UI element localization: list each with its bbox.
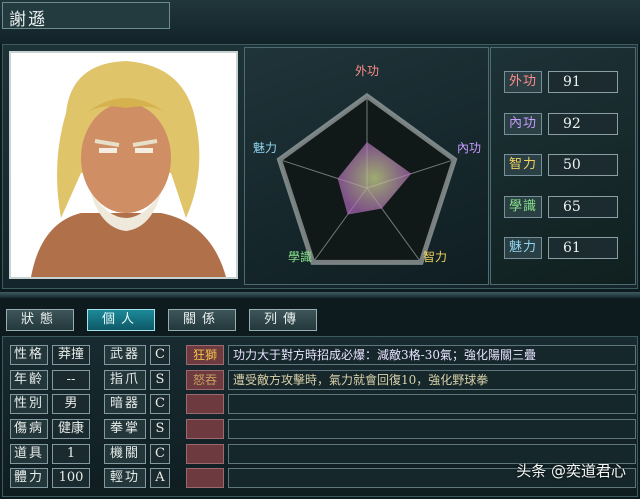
radar-label-neigong: 內功 — [457, 141, 481, 155]
watermark: 头条 @奕道君心 — [516, 462, 626, 480]
stat-row-meili: 魅力 61 — [504, 237, 618, 259]
skill-desc-3 — [228, 394, 636, 414]
stat-row-waigong: 外功 91 — [504, 71, 618, 93]
radar-label-waigong: 外功 — [355, 64, 379, 78]
stat-row-zhili: 智力 50 — [504, 154, 618, 176]
weapon-grade-mechanism: C — [150, 444, 170, 464]
attr-label-injury: 傷病 — [10, 419, 48, 439]
weapon-label-hidden: 暗器 — [104, 394, 146, 414]
weapon-grade-lightness: A — [150, 468, 170, 488]
attribute-radar: 外功 內功 智力 學識 魅力 — [253, 64, 481, 265]
weapon-label-fist: 拳掌 — [104, 419, 146, 439]
attr-label-personality: 性格 — [10, 345, 48, 365]
attr-value-gender: 男 — [52, 394, 90, 414]
attr-label-gender: 性別 — [10, 394, 48, 414]
radar-label-xueshi: 學識 — [288, 250, 312, 264]
stat-label: 魅力 — [504, 237, 542, 259]
skill-desc-4 — [228, 419, 636, 439]
stat-row-neigong: 內功 92 — [504, 113, 618, 135]
character-name: 謝遜 — [2, 2, 170, 30]
skill-tag-1[interactable]: 狂獅 — [186, 345, 224, 365]
attr-label-stamina: 體力 — [10, 468, 48, 488]
stat-value: 61 — [548, 237, 618, 259]
stat-label: 智力 — [504, 154, 542, 176]
skill-tag-4[interactable] — [186, 419, 224, 439]
radar-chart-panel: 外功 內功 智力 學識 魅力 — [244, 47, 489, 285]
skill-tag-2[interactable]: 怒吞 — [186, 370, 224, 390]
attr-value-items: 1 — [52, 444, 90, 464]
tab-status[interactable]: 狀態 — [6, 309, 74, 331]
skill-tag-6[interactable] — [186, 468, 224, 488]
attr-label-age: 年齡 — [10, 370, 48, 390]
stat-value: 50 — [548, 154, 618, 176]
weapon-label-claw: 指爪 — [104, 370, 146, 390]
weapon-label-weapon: 武器 — [104, 345, 146, 365]
skill-desc-2: 遭受敵方攻擊時，氣力就會回復10，強化野球拳 — [228, 370, 636, 390]
attr-value-injury: 健康 — [52, 419, 90, 439]
stat-label: 內功 — [504, 113, 542, 135]
section-divider — [0, 292, 640, 298]
tab-relations[interactable]: 關係 — [168, 309, 236, 331]
skill-desc-1: 功力大于對方時招成必爆：減敵3格-30氣；強化陽關三疊 — [228, 345, 636, 365]
weapon-grade-fist: S — [150, 419, 170, 439]
attr-value-personality: 莽撞 — [52, 345, 90, 365]
stat-label: 學識 — [504, 196, 542, 218]
radar-label-meili: 魅力 — [253, 140, 277, 155]
stat-value: 91 — [548, 71, 618, 93]
radar-label-zhili: 智力 — [423, 249, 447, 264]
stat-row-xueshi: 學識 65 — [504, 196, 618, 218]
tab-personal[interactable]: 個人 — [87, 309, 155, 331]
weapon-grade-claw: S — [150, 370, 170, 390]
skill-tag-3[interactable] — [186, 394, 224, 414]
weapon-grade-hidden: C — [150, 394, 170, 414]
stat-value: 92 — [548, 113, 618, 135]
weapon-label-lightness: 輕功 — [104, 468, 146, 488]
tab-biography[interactable]: 列傳 — [249, 309, 317, 331]
weapon-grade-weapon: C — [150, 345, 170, 365]
skill-tag-5[interactable] — [186, 444, 224, 464]
attr-label-items: 道具 — [10, 444, 48, 464]
attr-value-stamina: 100 — [52, 468, 90, 488]
stat-value: 65 — [548, 196, 618, 218]
weapon-label-mechanism: 機關 — [104, 444, 146, 464]
attr-value-age: -- — [52, 370, 90, 390]
stat-label: 外功 — [504, 71, 542, 93]
character-portrait — [9, 51, 238, 279]
